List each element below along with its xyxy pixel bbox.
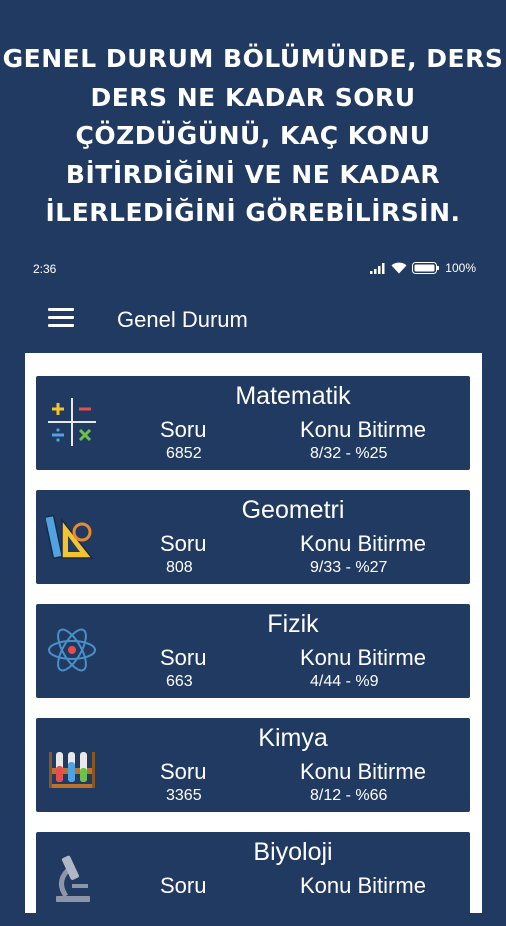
soru-value: 808 [166,559,193,576]
math-symbols-icon [48,398,96,446]
subject-card-geometri[interactable]: Geometri Soru Konu Bitirme 808 9/33 - %2… [36,490,470,584]
subject-card-biyoloji[interactable]: Biyoloji Soru Konu Bitirme [36,832,470,926]
ruler-triangle-icon [46,514,94,559]
page-title: Genel Durum [117,307,248,332]
subject-name: Biyoloji [253,838,333,866]
promo-line: GENEL DURUM BÖLÜMÜNDE, DERS [2,44,504,73]
konu-label: Konu Bitirme [300,531,426,556]
promo-caption: GENEL DURUM BÖLÜMÜNDE, DERS DERS NE KADA… [0,40,506,233]
soru-label: Soru [160,531,207,556]
subject-name: Matematik [235,382,351,410]
app-bar: Genel Durum [0,290,506,350]
promo-line: BİTİRDİĞİNİ VE NE KADAR [65,159,441,189]
soru-label: Soru [160,645,207,670]
status-time: 2:36 [33,262,57,276]
wifi-icon [391,262,407,274]
subject-card-matematik[interactable]: Matematik Soru Konu Bitirme 6852 8/32 - … [36,376,470,470]
subject-name: Fizik [267,610,319,638]
konu-label: Konu Bitirme [300,759,426,784]
soru-value: 6852 [166,445,202,462]
battery-level: 100% [445,261,476,275]
promo-line: ÇÖZDÜĞÜNÜ, KAÇ KONU [75,121,431,150]
konu-label: Konu Bitirme [300,873,426,898]
test-tubes-icon [49,752,95,788]
microscope-icon [56,855,90,902]
promo-line: DERS NE KADAR SORU [90,82,416,112]
konu-value: 8/32 - %25 [310,445,388,462]
subject-name: Kimya [258,724,328,752]
soru-label: Soru [160,873,207,898]
battery-icon [412,262,440,274]
subjects-panel: Matematik Soru Konu Bitirme 6852 8/32 - … [25,353,482,926]
subject-card-kimya[interactable]: Kimya Soru Konu Bitirme 3365 8/12 - %66 [36,718,470,812]
konu-label: Konu Bitirme [300,645,426,670]
subject-card-fizik[interactable]: Fizik Soru Konu Bitirme 663 4/44 - %9 [36,604,470,698]
soru-value: 3365 [166,787,202,804]
konu-label: Konu Bitirme [300,417,426,442]
promo-line: İLERLEDİĞİNİ GÖREBİLİRSİN. [45,198,461,227]
subject-name: Geometri [241,496,345,524]
signal-icon [370,262,385,274]
hamburger-menu-icon[interactable] [48,308,74,330]
status-bar: 2:36 100% [0,258,506,280]
soru-label: Soru [160,417,207,442]
atom-icon [48,628,96,672]
konu-value: 8/12 - %66 [310,787,388,804]
konu-value: 9/33 - %27 [310,559,388,576]
soru-value: 663 [166,673,193,690]
soru-label: Soru [160,759,207,784]
status-icons: 100% [370,261,476,275]
konu-value: 4/44 - %9 [310,673,379,690]
